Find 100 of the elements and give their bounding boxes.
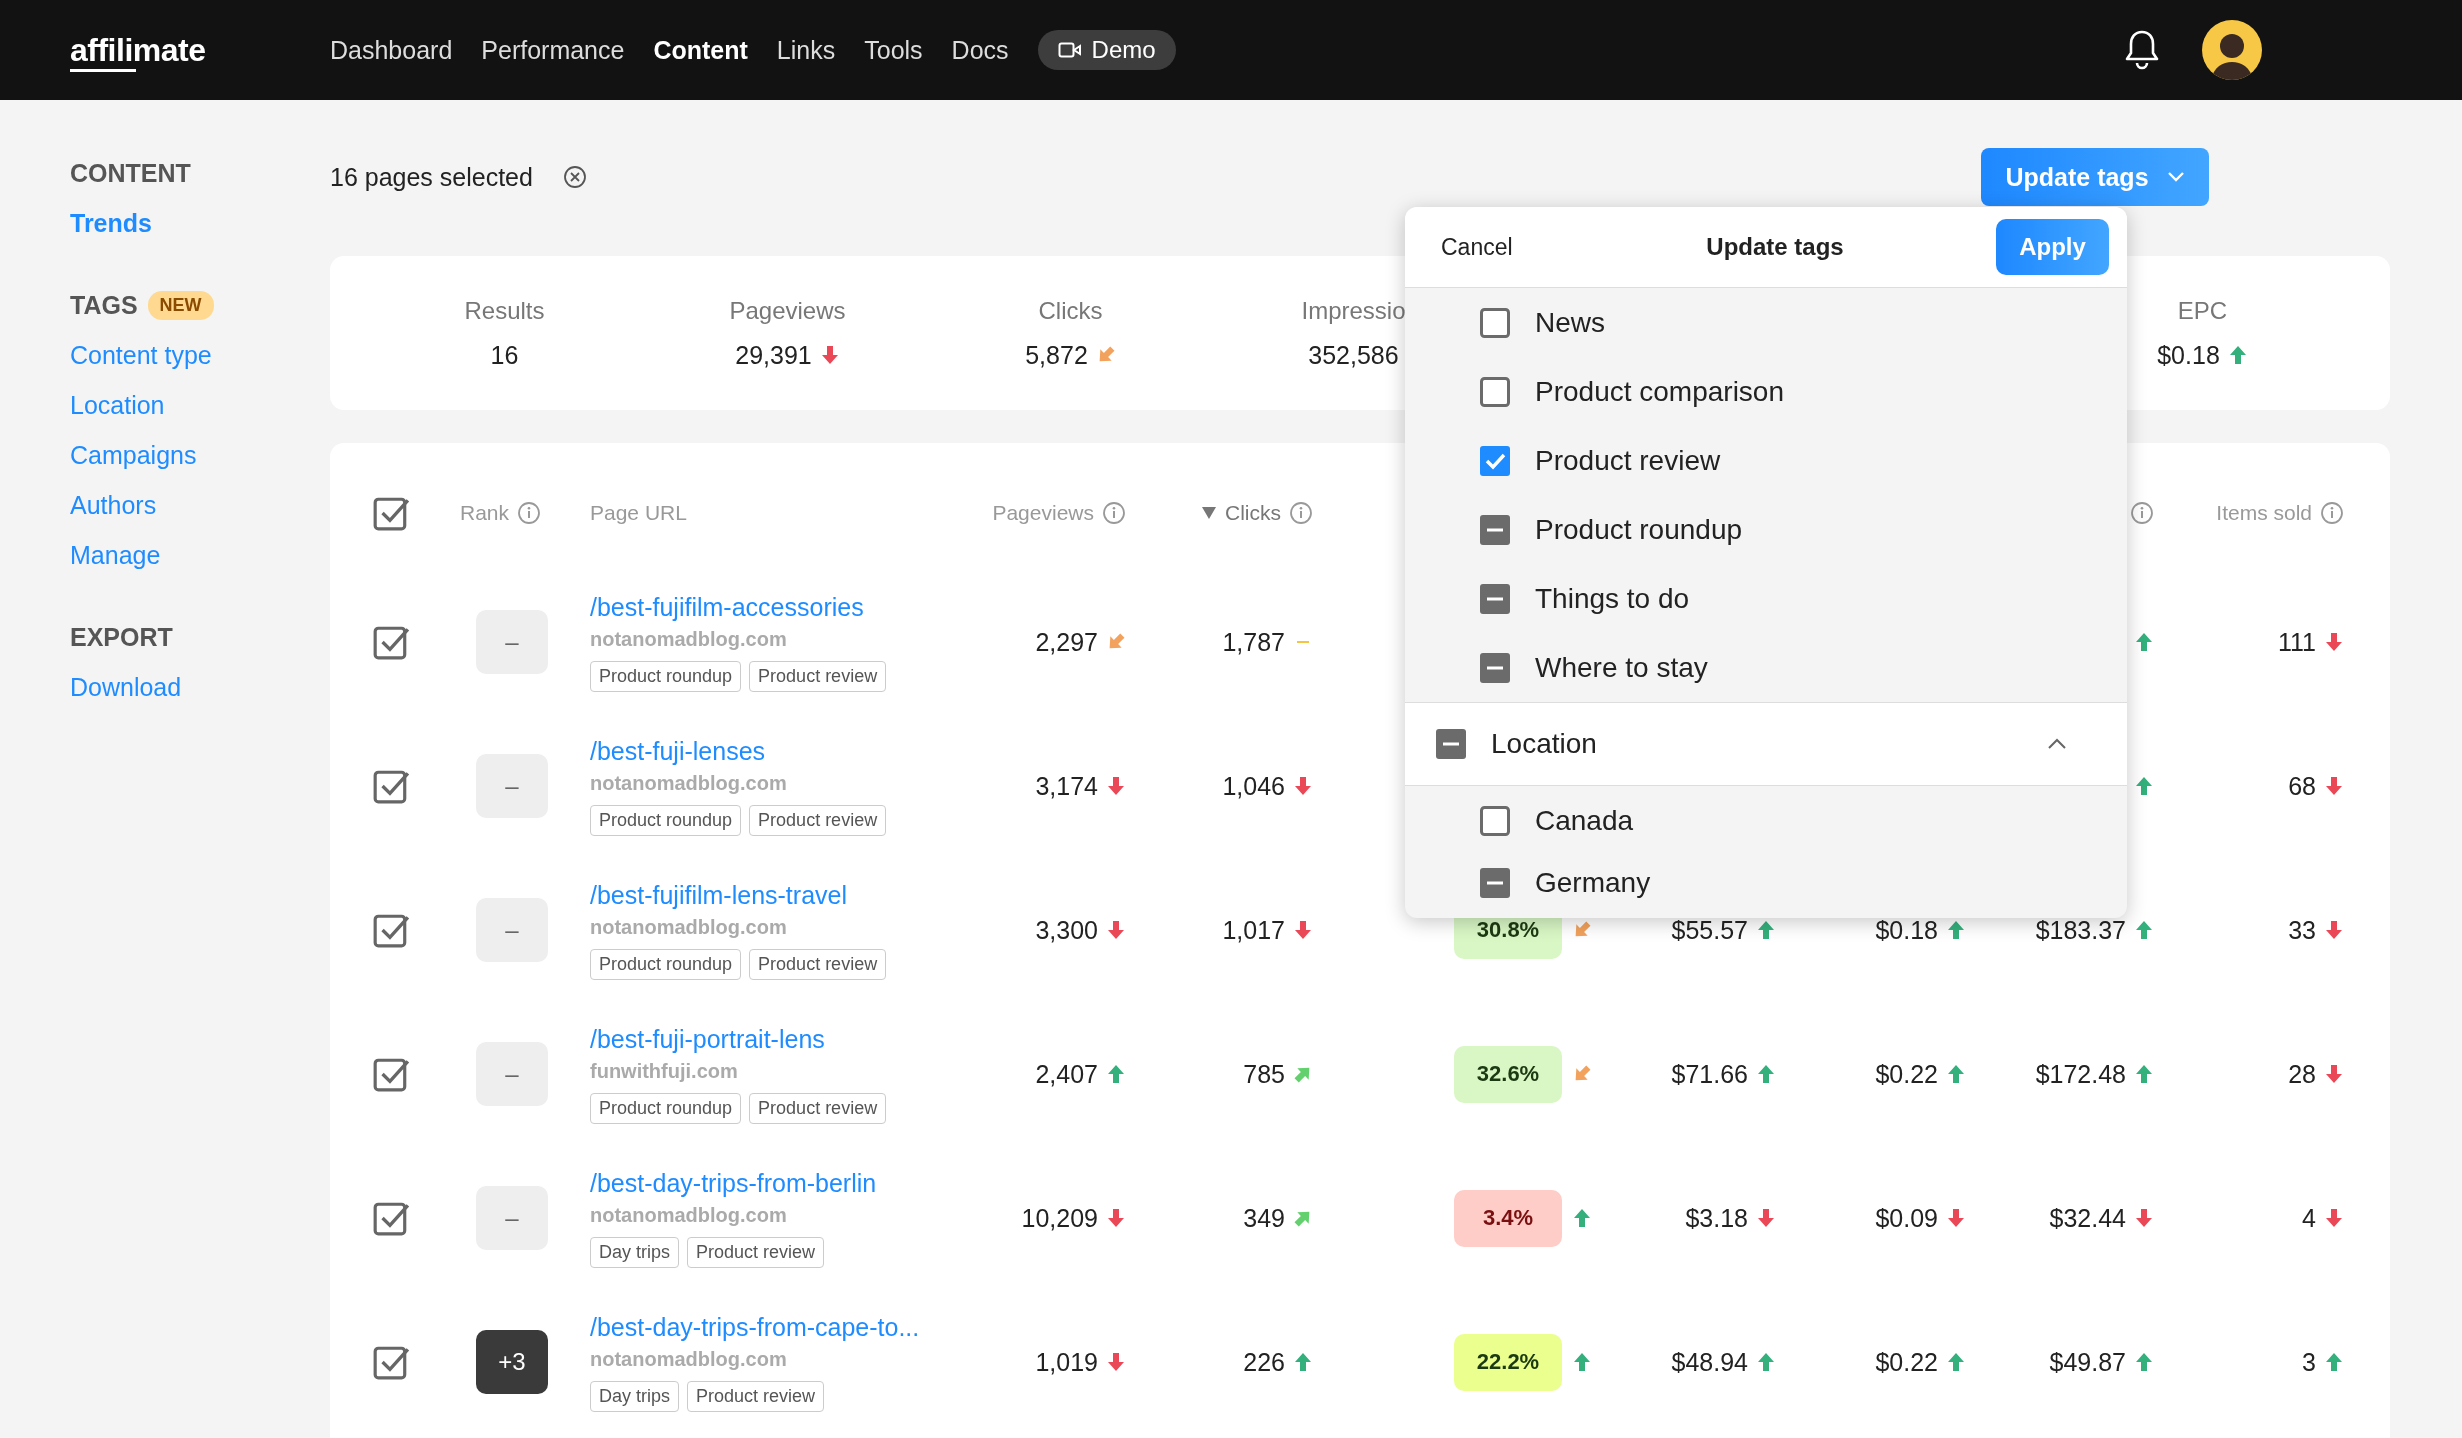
stat-value: 29,391 (735, 340, 812, 370)
domain-text: notanomadblog.com (590, 771, 787, 795)
checkbox[interactable] (1479, 375, 1511, 408)
down-arrow-icon (2324, 920, 2344, 940)
demo-button[interactable]: Demo (1037, 30, 1176, 70)
tag[interactable]: Product review (687, 1236, 825, 1268)
checkbox[interactable] (1479, 651, 1511, 684)
down-arrow-icon (2324, 776, 2344, 796)
domain-text: notanomadblog.com (590, 915, 787, 939)
up-arrow-icon (2134, 920, 2154, 940)
up-arrow-icon (1946, 1064, 1966, 1084)
section-heading: TAGS (70, 290, 138, 320)
table-cell: $0.22 (1875, 1059, 1938, 1089)
tag-option[interactable]: Germany (1535, 867, 1651, 899)
table-cell: 3,174 (1035, 771, 1098, 801)
checkbox[interactable] (1479, 513, 1511, 546)
dash-icon (1297, 641, 1309, 643)
tag-option[interactable]: Things to do (1535, 582, 1690, 615)
rank-button[interactable]: – (476, 1186, 548, 1250)
tag[interactable]: Day trips (590, 1236, 679, 1268)
table-cell: 111 (2278, 627, 2316, 657)
popup-title: Update tags (1706, 233, 1844, 261)
stat-label: EPC (2177, 296, 2228, 325)
tag-option[interactable]: Where to stay (1535, 651, 1708, 684)
rank-button[interactable]: +3 (476, 1330, 548, 1394)
down-arrow-icon (1106, 776, 1126, 796)
table-cell: $0.22 (1875, 1347, 1938, 1377)
avatar[interactable] (2202, 20, 2262, 80)
conversion-pill: 32.6% (1454, 1045, 1562, 1103)
tag[interactable]: Product roundup (590, 1092, 742, 1124)
tag[interactable]: Product review (687, 1380, 825, 1412)
tag[interactable]: Product roundup (590, 948, 742, 980)
checkbox[interactable] (1479, 582, 1511, 615)
table-cell: $172.48 (2035, 1059, 2126, 1089)
tag[interactable]: Day trips (590, 1380, 679, 1412)
domain-text: notanomadblog.com (590, 627, 787, 651)
tag[interactable]: Product review (749, 660, 887, 692)
rank-button[interactable]: – (476, 898, 548, 962)
tag[interactable]: Product review (749, 804, 887, 836)
checkbox[interactable] (1479, 804, 1511, 837)
sort-triangle-icon[interactable] (1201, 506, 1217, 520)
tag-option[interactable]: Product comparison (1535, 375, 1784, 408)
logo[interactable]: affilimate (70, 31, 330, 69)
table-cell: 28 (2288, 1059, 2316, 1089)
rank-button[interactable]: – (476, 754, 548, 818)
stat-label: Impressio (1301, 296, 1406, 325)
tag-option[interactable]: News (1535, 306, 1605, 339)
up-arrow-icon (1572, 1352, 1592, 1372)
table-cell: 3 (2302, 1347, 2316, 1377)
stat-label: Clicks (1038, 296, 1103, 325)
tag-option[interactable]: Product review (1535, 444, 1721, 477)
nav-link[interactable]: Links (776, 35, 836, 65)
stat-value: 5,872 (1025, 340, 1088, 370)
info-icon[interactable] (2130, 501, 2154, 525)
table-cell: 3,300 (1035, 915, 1098, 945)
table-cell: $55.57 (1671, 915, 1748, 945)
column-header[interactable]: Clicks (1225, 501, 1281, 525)
tag[interactable]: Product review (749, 1092, 887, 1124)
info-icon[interactable] (517, 501, 542, 525)
tag[interactable]: Product roundup (590, 660, 742, 692)
table-cell: 68 (2288, 771, 2316, 801)
chevron-icon[interactable] (2047, 738, 2067, 750)
nav-link[interactable]: Tools (864, 35, 923, 65)
nav-link[interactable]: Content (653, 35, 748, 65)
nav-link[interactable]: Dashboard (330, 35, 453, 65)
domain-text: notanomadblog.com (590, 1347, 787, 1371)
info-icon[interactable] (1289, 501, 1313, 525)
nav-link[interactable]: Docs (951, 35, 1009, 65)
table-cell: 785 (1243, 1059, 1285, 1089)
clear-icon[interactable] (562, 165, 587, 189)
tag[interactable]: Product review (749, 948, 887, 980)
down-arrow-icon (2134, 1208, 2154, 1228)
cancel-button[interactable]: Cancel (1441, 233, 1513, 261)
nav-link[interactable]: Performance (481, 35, 625, 65)
stat-label: Pageviews (729, 296, 846, 325)
rank-button[interactable]: – (476, 1042, 548, 1106)
domain-text: notanomadblog.com (590, 1203, 787, 1227)
tag-option[interactable]: Product roundup (1535, 513, 1743, 546)
conversion-pill: 3.4% (1454, 1189, 1562, 1247)
down-arrow-icon (1106, 1352, 1126, 1372)
tag-option[interactable]: Canada (1535, 804, 1634, 837)
checkbox[interactable] (1435, 728, 1467, 760)
up-arrow-icon (2227, 345, 2248, 365)
checkbox[interactable] (1479, 444, 1511, 477)
checkbox[interactable] (1479, 306, 1511, 339)
conversion-pill: 22.2% (1454, 1333, 1562, 1391)
down-arrow-icon (1756, 1208, 1776, 1228)
up-arrow-icon (2324, 1352, 2344, 1372)
table-cell: 1,019 (1035, 1347, 1098, 1377)
tag-group-row[interactable]: Location (1405, 702, 2127, 786)
info-icon[interactable] (2320, 501, 2344, 525)
tag[interactable]: Product roundup (590, 804, 742, 836)
up-arrow-icon (1756, 920, 1776, 940)
down-arrow-icon (819, 345, 840, 365)
rank-button[interactable]: – (476, 610, 548, 674)
info-icon[interactable] (1102, 501, 1126, 525)
table-cell: 349 (1243, 1203, 1285, 1233)
up-arrow-icon (2134, 776, 2154, 796)
checkbox[interactable] (1479, 867, 1511, 899)
up-arrow-icon (2134, 1064, 2154, 1084)
